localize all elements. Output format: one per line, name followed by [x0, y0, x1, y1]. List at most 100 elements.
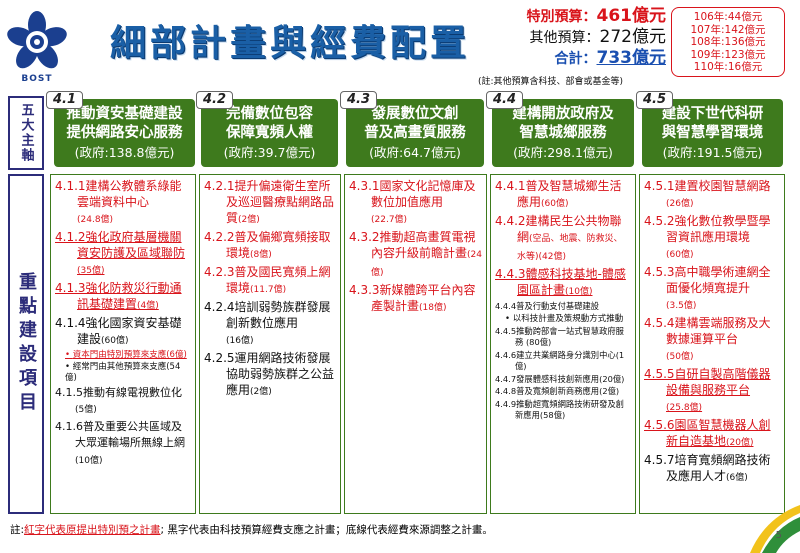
- axis-header-4-5: 建設下世代科研 與智慧學習環境 (政府:191.5億元): [642, 99, 783, 167]
- item-budget: (6億): [726, 473, 748, 483]
- special-budget-row: 特別預算：461億元: [527, 6, 667, 27]
- bullet-text: 經常門由其他預算來支應(54億): [65, 362, 181, 383]
- list-item: 4.4.4普及行動支付基礎建設: [495, 301, 631, 313]
- item-budget: (50億): [666, 352, 694, 362]
- axis-number-badge: 4.1: [46, 91, 84, 109]
- item-budget: (60億): [666, 250, 694, 260]
- item-text: 4.1.1建構公教體系綠能雲端資料中心: [55, 179, 182, 209]
- item-text: 4.3.1國家文化記憶庫及數位加值應用: [349, 179, 476, 209]
- other-budget-amount: 272億元: [599, 27, 666, 47]
- total-budget-label: 合計：: [554, 51, 597, 67]
- footer-red-legend: 紅字代表原提出特別預之計畫: [24, 524, 161, 536]
- list-item: 4.2.3普及國民寬頻上網環境(11.7億): [204, 264, 336, 298]
- item-text: 4.4.3體感科技基地-體感園區計畫: [495, 267, 626, 297]
- axis-title-line2: 提供網路安心服務: [66, 125, 183, 141]
- item-budget: (58億): [539, 410, 566, 420]
- list-item: 4.4.8普及寬頻創新商務應用(2億): [495, 386, 631, 398]
- budget-note: (註:其他預算含科技、部會或基金等): [478, 77, 624, 87]
- year-budget: 110年:16億元: [693, 61, 763, 73]
- bullet-text: 資本門由特別預算來支應(6億): [72, 350, 187, 360]
- year-budget: 108年:136億元: [690, 36, 766, 48]
- list-item: 4.5.3高中職學術連網全面優化頻寬提升 (3.5億): [644, 264, 780, 314]
- item-budget: (24.8億): [77, 215, 114, 225]
- axis-number-badge: 4.3: [340, 91, 378, 109]
- budget-summary: 特別預算：461億元 其他預算：272億元 合計：733億元: [527, 6, 667, 69]
- item-text: 4.2.1提升偏遠衛生室所及巡迴醫療點網路品質: [204, 179, 335, 225]
- item-text: 4.1.2強化政府基層機關資安防護及區域聯防: [55, 230, 186, 260]
- item-text: 4.4.7發展體感科技創新應用: [495, 373, 600, 384]
- footer-prefix: 註:: [10, 524, 25, 536]
- item-budget: (2億): [238, 215, 260, 225]
- item-budget: (60億): [541, 199, 569, 209]
- list-item: 4.4.5推動跨部會一站式智慧政府服務 (80億): [495, 326, 631, 349]
- list-item: 4.3.2推動超高畫質電視內容升級前瞻計畫(24億): [349, 229, 482, 281]
- item-text: 4.4.6建立共業網路身分識別中心: [495, 349, 616, 360]
- item-budget: (3.5億): [666, 301, 697, 311]
- axis-gov-budget: (政府:138.8億元): [74, 145, 175, 160]
- axis-number-badge: 4.2: [196, 91, 234, 109]
- axis-header-4-4: 建構開放政府及 智慧城鄉服務 (政府:298.1億元): [492, 99, 634, 167]
- total-budget-amount: 733億元: [596, 48, 667, 68]
- list-item: 4.2.1提升偏遠衛生室所及巡迴醫療點網路品質(2億): [204, 178, 336, 228]
- item-text: 4.5.3高中職學術連網全面優化頻寬提升: [644, 265, 771, 295]
- item-text: 4.4.8普及寬頻創新商務應用: [495, 386, 600, 396]
- axis-gov-budget: (政府:64.7億元): [369, 145, 461, 160]
- list-item: 4.2.5運用網路技術發展協助弱勢族群之公益應用(2億): [204, 350, 336, 400]
- item-text: 4.5.7培育寬頻網路技術及應用人才: [644, 453, 771, 483]
- total-budget-row: 合計：733億元: [527, 48, 667, 69]
- item-budget: (16億): [226, 336, 254, 346]
- item-budget: (5億): [75, 405, 97, 415]
- year-budget: 107年:142億元: [690, 23, 766, 36]
- axis-title-line2: 保障寬頻人權: [226, 125, 313, 141]
- list-item: 4.5.1建置校園智慧網路 (26億): [644, 178, 780, 212]
- list-item: 4.5.7培育寬頻網路技術及應用人才(6億): [644, 452, 780, 486]
- axis-gov-budget: (政府:39.7億元): [223, 145, 316, 160]
- item-budget: (80億): [523, 337, 552, 347]
- special-budget-amount: 461億元: [596, 6, 667, 26]
- axis-title-line2: 普及高畫質服務: [364, 125, 466, 141]
- axes-side-label-text: 五大主軸: [18, 103, 34, 163]
- item-text: 4.1.3強化防救災行動通訊基礎建置: [55, 281, 182, 311]
- axes-side-label: 五大主軸: [8, 96, 44, 170]
- item-budget: (25.8億): [666, 403, 703, 413]
- bullet-text: 以科技計畫及策規動方式推動: [512, 313, 624, 324]
- item-budget: (18億): [419, 303, 447, 313]
- items-column-4-4: 4.4.1普及智慧城鄉生活應用(60億) 4.4.2建構民生公共物聯網(空品、地…: [490, 174, 636, 514]
- logo-text: BOST: [21, 74, 53, 84]
- bost-logo-emblem: [7, 11, 67, 69]
- yearly-budget-box: 106年:44億元 107年:142億元 108年:136億元 109年:123…: [671, 7, 785, 77]
- list-item: 4.5.5自研自製高階儀器設備與服務平台 (25.8億): [644, 366, 780, 416]
- axis-header-4-1: 推動資安基礎建設 提供網路安心服務 (政府:138.8億元): [54, 99, 195, 167]
- item-budget: (26億): [666, 199, 694, 209]
- list-item: 4.1.3強化防救災行動通訊基礎建置(4億): [55, 280, 191, 314]
- item-text: 4.5.5自研自製高階儀器設備與服務平台: [644, 367, 771, 397]
- axis-header-4-2: 完備數位包容 保障寬頻人權 (政府:39.7億元): [201, 99, 338, 167]
- item-text: 4.3.3新媒體跨平台內容產製計畫: [349, 283, 476, 313]
- item-text: 4.4.5推動跨部會一站式智慧政府服務: [495, 325, 624, 348]
- list-item: 4.4.3體感科技基地-體感園區計畫(10億): [495, 266, 631, 300]
- footer-legend-rest: ; 黑字代表由科技預算經費支應之計畫；底線代表經費來源調整之計畫。: [160, 524, 493, 536]
- list-bullet: • 經常門由其他預算來支應(54億): [65, 362, 181, 383]
- items-side-label-text: 重點建設項目: [16, 272, 37, 416]
- item-text: 4.2.4培訓弱勢族群發展創新數位應用: [204, 300, 331, 330]
- list-item: 4.1.5推動有線電視數位化 (5億): [55, 385, 191, 418]
- special-budget-label: 特別預算：: [526, 9, 597, 25]
- list-item: 4.5.6園區智慧機器人創新自造基地(20億): [644, 417, 780, 451]
- decorative-swoosh: [750, 505, 800, 553]
- list-item: 4.4.6建立共業網路身分識別中心(1億): [495, 350, 631, 373]
- list-item: 4.1.1建構公教體系綠能雲端資料中心 (24.8億): [55, 178, 191, 228]
- item-budget: (11.7億): [250, 285, 287, 295]
- axis-number-badge: 4.5: [636, 91, 674, 109]
- item-budget: (10億): [75, 456, 103, 466]
- list-bullet: • 以科技計畫及策規動方式推動: [505, 313, 624, 324]
- item-budget: (35億): [77, 266, 105, 276]
- axis-gov-budget: (政府:191.5億元): [662, 145, 763, 160]
- item-text: 4.5.1建置校園智慧網路: [644, 179, 771, 193]
- items-column-4-3: 4.3.1國家文化記憶庫及數位加值應用 (22.7億) 4.3.2推動超高畫質電視…: [344, 174, 487, 514]
- footer-note: 註:紅字代表原提出特別預之計畫; 黑字代表由科技預算經費支應之計畫；底線代表經費…: [10, 522, 493, 537]
- list-item: 4.5.2強化數位教學暨學習資訊應用環境 (60億): [644, 213, 780, 263]
- items-column-4-5: 4.5.1建置校園智慧網路 (26億) 4.5.2強化數位教學暨學習資訊應用環境 (…: [639, 174, 785, 514]
- item-budget: (22.7億): [371, 215, 408, 225]
- other-budget-label: 其他預算：: [529, 30, 600, 46]
- year-budget: 106年:44億元: [693, 11, 763, 23]
